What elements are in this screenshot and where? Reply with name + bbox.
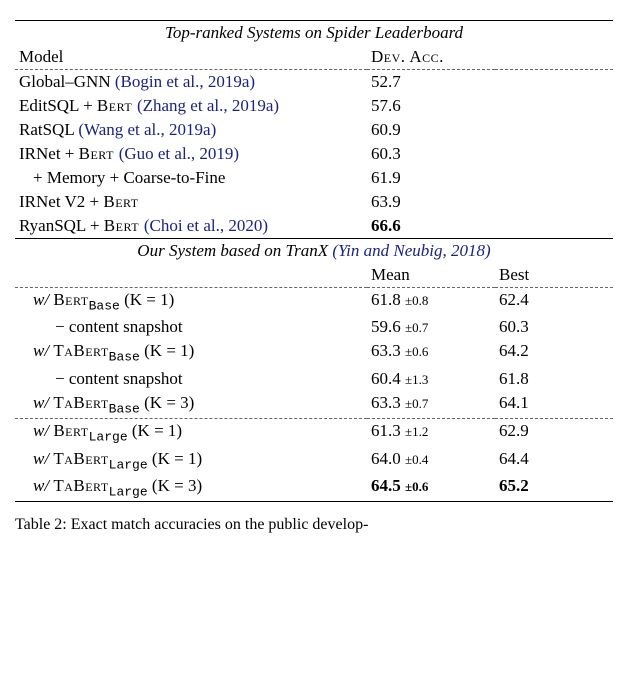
table-row: w/ BertBase (K = 1)61.8 ±0.862.4 [15, 288, 613, 316]
header-row-2: Mean Best [15, 263, 613, 288]
table-row: Global–GNN (Bogin et al., 2019a)52.7 [15, 70, 613, 95]
section2-header: Our System based on TranX (Yin and Neubi… [15, 239, 613, 264]
citation: (Guo et al., 2019) [119, 144, 239, 163]
table-row: w/ TaBertBase (K = 3)63.3 ±0.764.1 [15, 391, 613, 419]
table-row: w/ TaBertLarge (K = 1)64.0 ±0.464.4 [15, 447, 613, 474]
citation: (Yin and Neubig, 2018) [332, 241, 490, 260]
citation: (Bogin et al., 2019a) [115, 72, 255, 91]
table-row: RatSQL (Wang et al., 2019a)60.9 [15, 118, 613, 142]
table-row: − content snapshot59.6 ±0.760.3 [15, 315, 613, 339]
table-row: IRNet + Bert (Guo et al., 2019)60.3 [15, 142, 613, 166]
citation: (Choi et al., 2020) [144, 216, 268, 235]
table-row: w/ BertLarge (K = 1)61.3 ±1.262.9 [15, 419, 613, 447]
citation: (Zhang et al., 2019a) [137, 96, 279, 115]
header-model: Model [15, 45, 367, 70]
table-row: − content snapshot60.4 ±1.361.8 [15, 367, 613, 391]
header-devacc: Dev. Acc. [367, 45, 613, 70]
results-table: Top-ranked Systems on Spider Leaderboard… [15, 20, 613, 502]
section1-header: Top-ranked Systems on Spider Leaderboard [15, 21, 613, 46]
table-row: w/ TaBertBase (K = 1)63.3 ±0.664.2 [15, 339, 613, 366]
header-mean: Mean [367, 263, 495, 288]
header-best: Best [495, 263, 613, 288]
header-row-1: Model Dev. Acc. [15, 45, 613, 70]
citation: (Wang et al., 2019a) [78, 120, 216, 139]
table-row: RyanSQL + Bert (Choi et al., 2020)66.6 [15, 214, 613, 239]
table-row: + Memory + Coarse-to-Fine61.9 [15, 166, 613, 190]
table-row: w/ TaBertLarge (K = 3)64.5 ±0.665.2 [15, 474, 613, 502]
table-caption: Table 2: Exact match accuracies on the p… [15, 516, 613, 534]
table-row: EditSQL + Bert (Zhang et al., 2019a)57.6 [15, 94, 613, 118]
table-row: IRNet V2 + Bert63.9 [15, 190, 613, 214]
